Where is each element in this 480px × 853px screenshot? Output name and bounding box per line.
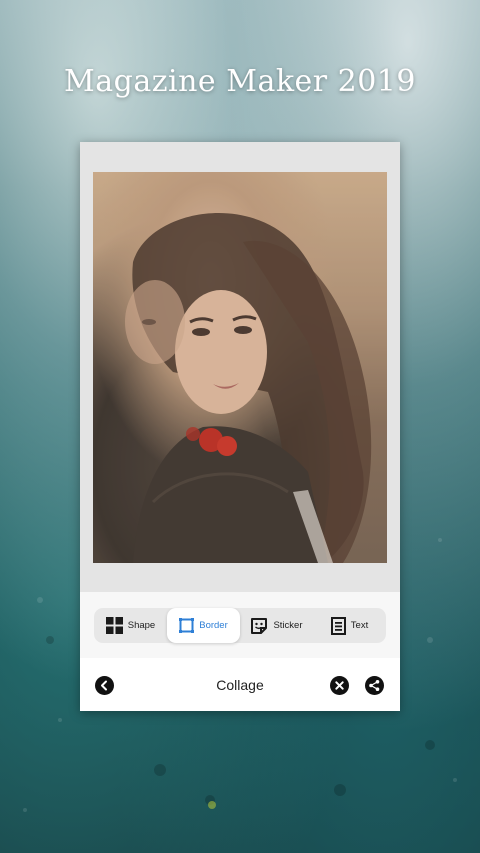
portrait-illustration — [93, 172, 387, 563]
tab-text-label: Text — [350, 620, 369, 631]
tool-tabs: Shape Border Sticker Text — [94, 608, 386, 643]
app-title: Magazine Maker 2019 — [64, 64, 416, 99]
tab-text[interactable]: Text — [313, 608, 386, 643]
text-document-icon — [330, 616, 346, 635]
tab-shape-label: Shape — [127, 620, 156, 631]
collage-photo[interactable] — [93, 172, 387, 563]
tab-shape[interactable]: Shape — [94, 608, 167, 643]
screen-title: Collage — [216, 677, 264, 693]
tab-border[interactable]: Border — [167, 608, 240, 643]
sticker-icon — [251, 617, 268, 634]
editor-card: Shape Border Sticker Text Collage — [80, 142, 400, 711]
border-frame-icon — [179, 618, 195, 633]
tool-strip: Shape Border Sticker Text — [80, 592, 400, 658]
shape-grid-icon — [105, 617, 123, 634]
tab-border-label: Border — [199, 620, 228, 631]
tab-sticker-label: Sticker — [273, 620, 303, 631]
close-circle-icon[interactable] — [330, 676, 349, 695]
share-icon[interactable] — [365, 676, 384, 695]
tab-sticker[interactable]: Sticker — [240, 608, 313, 643]
bottom-action-bar: Collage — [80, 658, 400, 711]
collage-canvas — [80, 142, 400, 592]
